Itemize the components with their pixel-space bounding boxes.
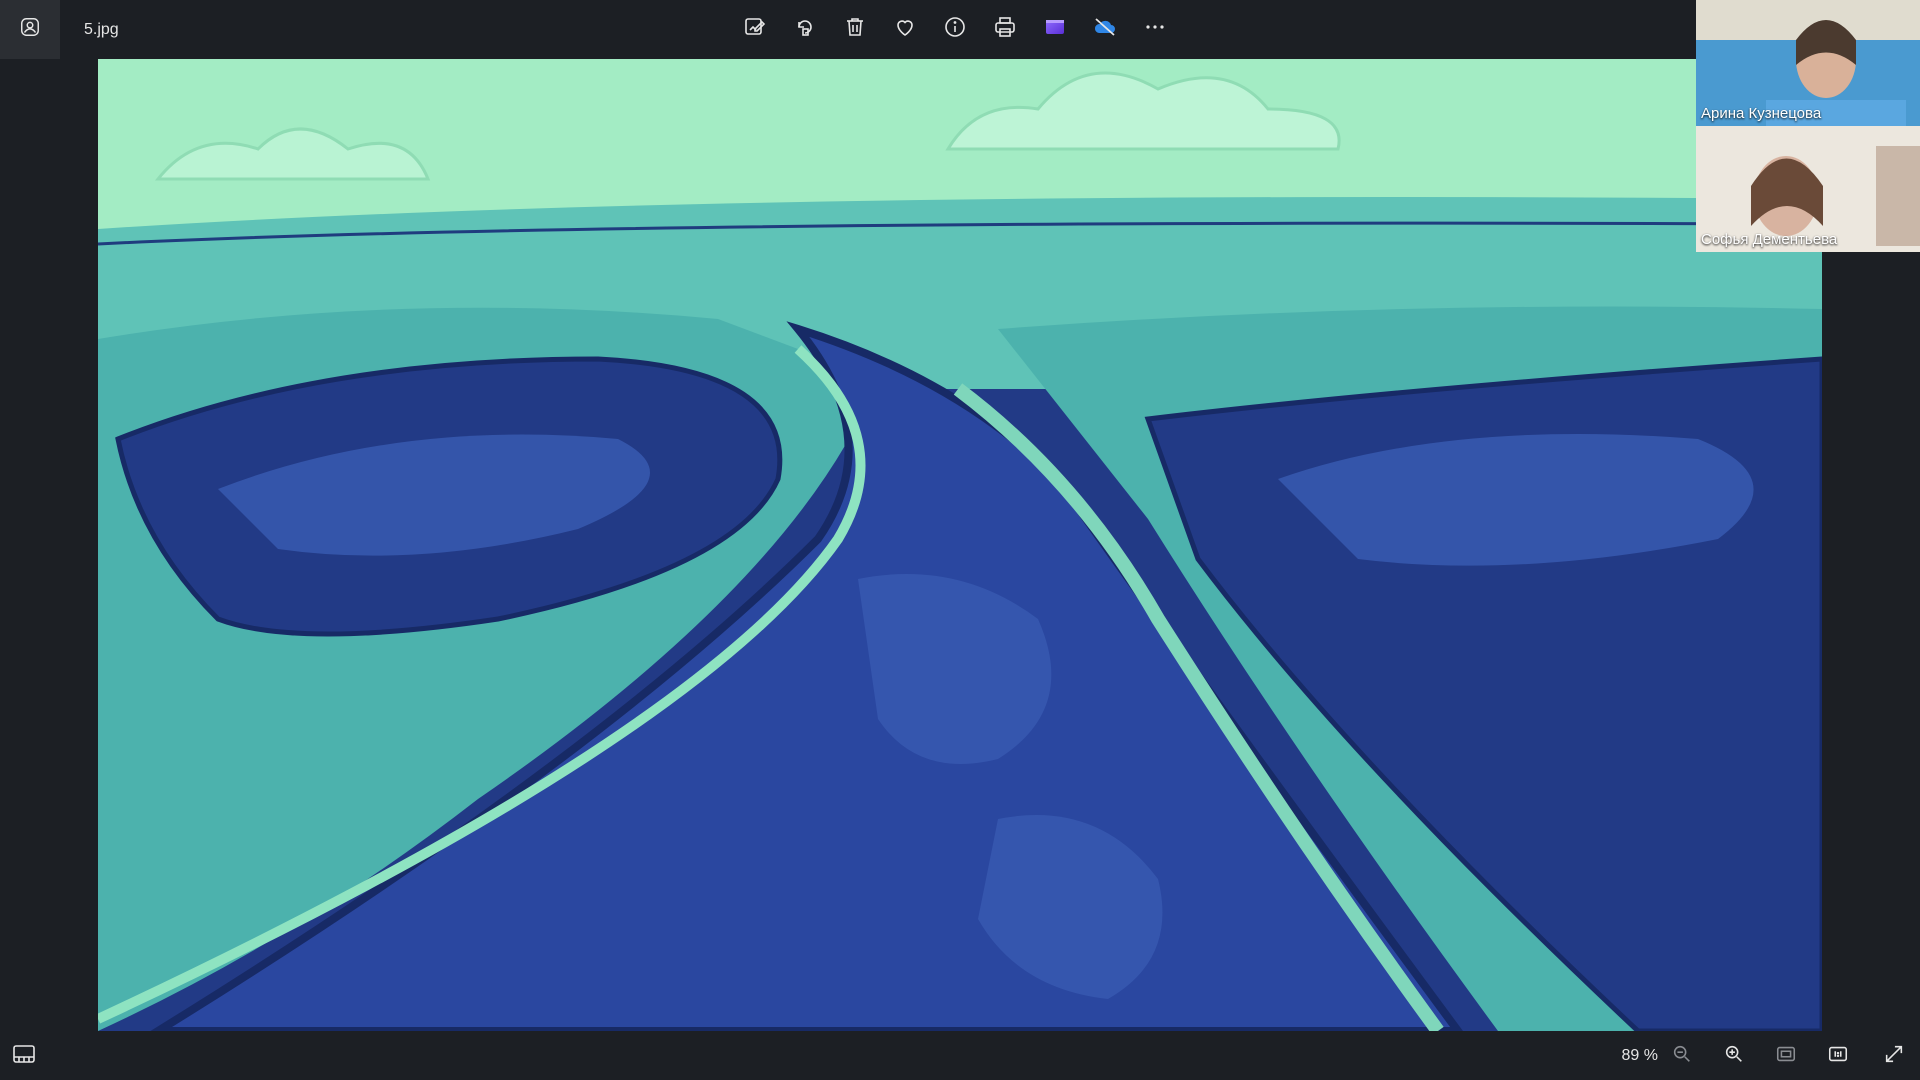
zoom-level: 89 % — [1621, 1047, 1658, 1064]
image-toolbar — [730, 0, 1180, 59]
info-button[interactable] — [930, 10, 980, 50]
zoom-in-button[interactable] — [1716, 1041, 1752, 1071]
more-options-icon — [1143, 15, 1167, 44]
photos-app-button[interactable] — [0, 0, 60, 59]
participant-video-2[interactable]: Софья Дементьева — [1696, 126, 1920, 252]
print-icon — [993, 15, 1017, 44]
actual-size-icon — [1827, 1043, 1849, 1070]
bottom-bar: 89 % — [0, 1031, 1920, 1080]
participant-video-1[interactable]: Арина Кузнецова — [1696, 0, 1920, 126]
onedrive-button[interactable] — [1080, 10, 1130, 50]
filmstrip-toggle-button[interactable] — [8, 1041, 40, 1071]
delete-button[interactable] — [830, 10, 880, 50]
clipchamp-button[interactable] — [1030, 10, 1080, 50]
actual-size-button[interactable] — [1820, 1041, 1856, 1071]
more-options-button[interactable] — [1130, 10, 1180, 50]
displayed-image — [98, 59, 1822, 1031]
fit-to-window-icon — [1775, 1043, 1797, 1070]
zoom-out-icon — [1671, 1043, 1693, 1070]
fit-to-window-button[interactable] — [1768, 1041, 1804, 1071]
fullscreen-icon — [1883, 1043, 1905, 1070]
filmstrip-icon — [13, 1044, 35, 1068]
zoom-in-icon — [1723, 1043, 1745, 1070]
photos-app-icon — [19, 16, 41, 43]
print-button[interactable] — [980, 10, 1030, 50]
zoom-out-button[interactable] — [1664, 1041, 1700, 1071]
rotate-icon — [793, 15, 817, 44]
edit-image-button[interactable] — [730, 10, 780, 50]
edit-image-icon — [743, 15, 767, 44]
clipchamp-icon — [1043, 15, 1067, 44]
favorite-heart-icon — [893, 15, 917, 44]
favorite-button[interactable] — [880, 10, 930, 50]
fullscreen-button[interactable] — [1876, 1041, 1912, 1071]
participant-name: Софья Дементьева — [1701, 231, 1838, 248]
onedrive-off-icon — [1093, 15, 1117, 44]
participant-name: Арина Кузнецова — [1701, 105, 1822, 122]
top-bar: 5.jpg — [0, 0, 1920, 59]
delete-icon — [843, 15, 867, 44]
file-name: 5.jpg — [84, 21, 119, 38]
rotate-button[interactable] — [780, 10, 830, 50]
info-icon — [943, 15, 967, 44]
